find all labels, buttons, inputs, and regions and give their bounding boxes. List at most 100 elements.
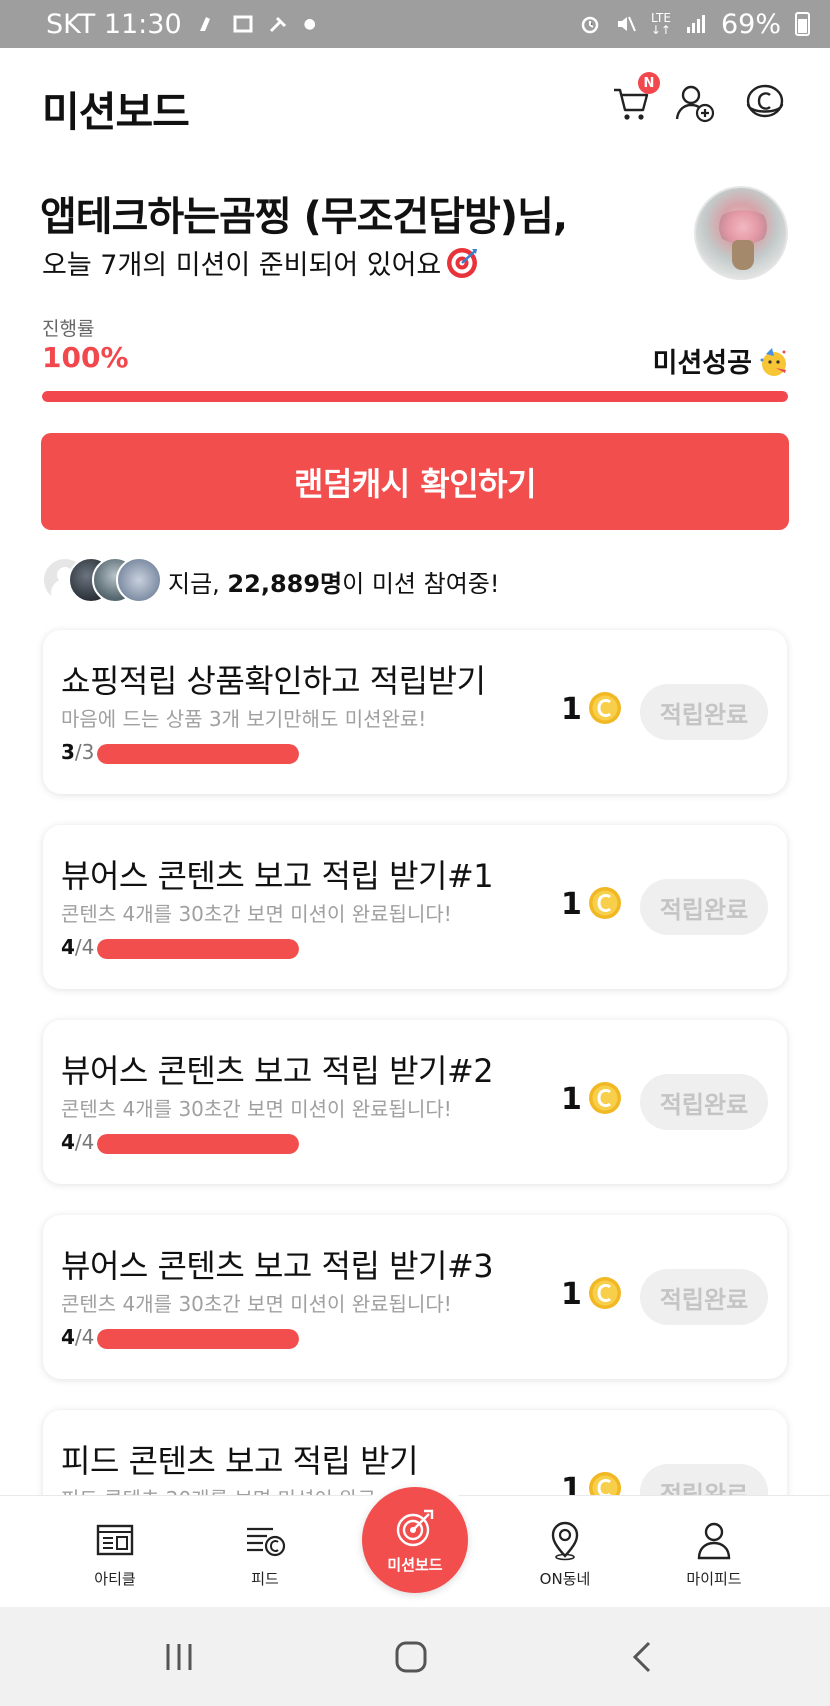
mission-progress-bar (97, 1134, 299, 1154)
cart-new-badge: N (638, 72, 660, 94)
status-bar: SKT 11:30 ● LTE ↓↑ 69% (0, 0, 830, 48)
notification-icon (199, 17, 210, 31)
recent-apps-button[interactable] (157, 1635, 201, 1679)
nav-article-label: 아티클 (94, 1570, 136, 1588)
greeting-subtitle-text: 오늘 7개의 미션이 준비되어 있어요 (42, 250, 442, 281)
home-icon (395, 1641, 427, 1673)
mission-count-sep: / (74, 1325, 82, 1349)
participants-row: 지금, 22,889명이 미션 참여중! (42, 556, 499, 606)
target-icon (396, 1509, 434, 1546)
nav-mission-board[interactable]: 미션보드 (362, 1487, 468, 1593)
dot-icon: ● (303, 16, 316, 32)
mission-card[interactable]: 뷰어스 콘텐츠 보고 적립 받기#3 콘텐츠 4개를 30초간 보면 미션이 완료… (43, 1215, 787, 1379)
add-user-icon (675, 85, 715, 123)
mission-count-sep: / (74, 740, 82, 764)
mission-count-done: 4 (61, 1130, 75, 1154)
mission-description: 콘텐츠 4개를 30초간 보면 미션이 완료됩니다! (61, 1097, 452, 1121)
mission-progress-bar (97, 744, 299, 764)
mission-count-total: 3 (81, 740, 95, 764)
mission-progress-bar (97, 939, 299, 959)
avatar-image-flower (714, 210, 772, 244)
nav-feed[interactable]: 피드 (210, 1518, 320, 1589)
feed-icon (247, 1527, 286, 1557)
mission-progress-fill (97, 939, 299, 959)
participants-count: 22,889명 (227, 569, 343, 598)
cash-coin-button[interactable] (740, 78, 790, 128)
mission-reward-amount: 1 (561, 692, 582, 727)
participant-avatar (116, 557, 162, 603)
mission-title: 뷰어스 콘텐츠 보고 적립 받기#3 (61, 1247, 494, 1285)
nav-my-feed-label: 마이피드 (686, 1570, 742, 1588)
location-pin-icon (551, 1521, 579, 1561)
page-title: 미션보드 (42, 88, 190, 136)
recent-apps-icon (166, 1644, 192, 1670)
coin-icon (589, 1277, 621, 1309)
target-icon (447, 248, 478, 278)
add-friend-button[interactable] (670, 78, 720, 128)
network-type: LTE ↓↑ (650, 11, 671, 37)
profile-avatar[interactable] (694, 186, 788, 280)
nav-on-neighborhood-label: ON동네 (539, 1570, 591, 1588)
mission-progress-fill (97, 744, 299, 764)
progress-label: 진행률 (42, 318, 95, 340)
mission-description: 마음에 드는 상품 3개 보기만해도 미션완료! (61, 707, 427, 731)
mission-count-total: 4 (81, 1130, 95, 1154)
status-bar-right: LTE ↓↑ 69% (579, 9, 810, 40)
mission-card[interactable]: 뷰어스 콘텐츠 보고 적립 받기#2 콘텐츠 4개를 30초간 보면 미션이 완료… (43, 1020, 787, 1184)
claim-complete-button[interactable]: 적립완료 (640, 1269, 768, 1325)
mission-progress-bar (42, 391, 788, 402)
battery-icon (795, 12, 810, 36)
mission-reward-amount: 1 (561, 887, 582, 922)
mission-progress-fill (97, 1134, 299, 1154)
nav-my-feed[interactable]: 마이피드 (659, 1518, 769, 1589)
signal-icon (686, 15, 705, 33)
nav-on-neighborhood[interactable]: ON동네 (510, 1518, 620, 1589)
nav-article[interactable]: 아티클 (60, 1518, 170, 1589)
mission-progress-bar (97, 1329, 299, 1349)
progress-status-text: 미션성공 (652, 348, 752, 379)
mission-reward-amount: 1 (561, 1277, 582, 1312)
progress-status: 미션성공 (653, 341, 790, 380)
mission-count-total: 4 (81, 935, 95, 959)
mission-count: 3/3 (61, 740, 94, 764)
mission-card[interactable]: 뷰어스 콘텐츠 보고 적립 받기#1 콘텐츠 4개를 30초간 보면 미션이 완료… (43, 825, 787, 989)
party-face-icon (760, 348, 786, 376)
claim-complete-button[interactable]: 적립완료 (640, 879, 768, 935)
home-button[interactable] (389, 1635, 433, 1679)
alarm-icon (581, 16, 599, 34)
mission-title: 뷰어스 콘텐츠 보고 적립 받기#1 (61, 857, 494, 895)
mission-count-done: 4 (61, 1325, 75, 1349)
status-bar-left: SKT 11:30 ● (46, 9, 316, 40)
cart-button[interactable]: N (606, 72, 660, 128)
back-button[interactable] (621, 1635, 665, 1679)
mute-icon (617, 16, 636, 32)
mission-title: 피드 콘텐츠 보고 적립 받기 (61, 1442, 419, 1480)
claim-complete-button[interactable]: 적립완료 (640, 684, 768, 740)
user-icon (697, 1522, 731, 1560)
mission-reward-amount: 1 (561, 1082, 582, 1117)
mission-count: 4/4 (61, 1325, 94, 1349)
coin-icon (589, 1082, 621, 1114)
coin-icon (589, 692, 621, 724)
mission-count: 4/4 (61, 1130, 94, 1154)
tools-icon (269, 16, 286, 33)
mission-progress-fill (97, 1329, 299, 1349)
mission-description: 콘텐츠 4개를 30초간 보면 미션이 완료됩니다! (61, 1292, 452, 1316)
mission-count: 4/4 (61, 935, 94, 959)
coin-outline-icon (746, 84, 784, 118)
mission-card[interactable]: 쇼핑적립 상품확인하고 적립받기마음에 드는 상품 3개 보기만해도 미션완료!… (43, 630, 787, 794)
random-cash-button[interactable]: 랜덤캐시 확인하기 (41, 433, 789, 530)
gallery-icon (233, 15, 253, 33)
claim-complete-button[interactable]: 적립완료 (640, 1074, 768, 1130)
avatar-image-figure (732, 240, 754, 270)
back-icon (632, 1641, 651, 1673)
mission-title: 쇼핑적립 상품확인하고 적립받기 (61, 662, 486, 700)
mission-description: 콘텐츠 4개를 30초간 보면 미션이 완료됩니다! (61, 902, 452, 926)
greeting-subtitle: 오늘 7개의 미션이 준비되어 있어요 (42, 243, 479, 282)
system-navigation-bar (0, 1607, 830, 1706)
article-icon (96, 1524, 134, 1556)
mission-count-done: 4 (61, 935, 75, 959)
nav-feed-label: 피드 (251, 1570, 279, 1588)
mission-count-done: 3 (61, 740, 75, 764)
mission-count-total: 4 (81, 1325, 95, 1349)
